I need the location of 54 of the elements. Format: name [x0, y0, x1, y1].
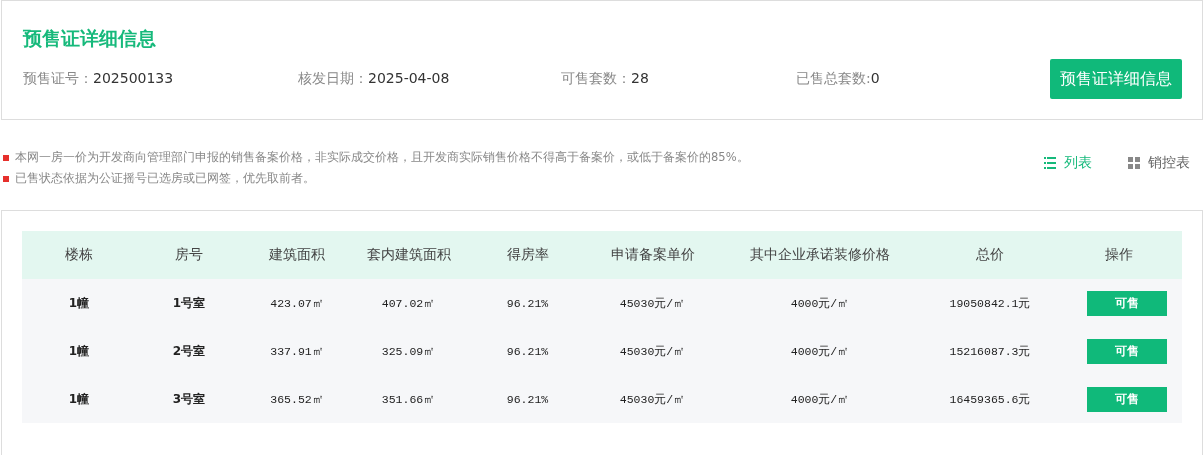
field-value: 28	[631, 70, 649, 86]
table-cell-text: 96.21%	[505, 344, 550, 358]
table-cell-text: 423.07㎡	[269, 295, 325, 311]
view-toggle[interactable]: 列表	[1044, 154, 1092, 172]
table-cell-text: 45030元/㎡	[618, 295, 687, 311]
table-cell-text: 19050842.1元	[948, 295, 1032, 311]
field-label: 可售套数：	[561, 70, 631, 86]
table-cell-text: 15216087.3元	[948, 343, 1032, 359]
table-cell-text: 325.09㎡	[380, 343, 437, 359]
table-cell-text: 4000元/㎡	[789, 343, 851, 359]
view-toggle[interactable]: 销控表	[1128, 154, 1190, 172]
page-title: 预售证详细信息	[23, 26, 157, 51]
table-cell-text: 365.52㎡	[269, 391, 325, 407]
table-cell-text: 3号室	[171, 390, 207, 408]
column-header: 建筑面积	[268, 246, 326, 264]
column-header: 套内建筑面积	[365, 246, 452, 264]
column-header: 楼栋	[64, 246, 94, 264]
status-button[interactable]: 可售	[1086, 338, 1167, 364]
field-label: 预售证号：	[23, 70, 93, 86]
table-cell-text: 1幢	[67, 390, 91, 408]
table-cell-text: 45030元/㎡	[618, 343, 687, 359]
column-header: 总价	[975, 246, 1005, 264]
table-cell-text: 337.91㎡	[269, 343, 325, 359]
field-label: 核发日期：	[298, 70, 368, 86]
bullet-icon	[3, 154, 9, 161]
table-cell-text: 351.66㎡	[380, 391, 437, 407]
table-cell-text: 1幢	[67, 294, 91, 312]
column-header: 申请备案单价	[609, 246, 696, 264]
status-button[interactable]: 可售	[1086, 290, 1167, 316]
table-cell-text: 1幢	[67, 342, 91, 360]
table-cell-text: 45030元/㎡	[618, 391, 687, 407]
table-cell-text: 2号室	[171, 342, 207, 360]
note-text: 已售状态依据为公证摇号已选房或已网签，优先取前者。	[15, 170, 315, 187]
list-icon	[1044, 157, 1056, 169]
table-cell-text: 4000元/㎡	[789, 295, 851, 311]
column-header: 房号	[174, 246, 204, 264]
table-cell-text: 96.21%	[505, 296, 550, 310]
field-value: 202500133	[93, 70, 174, 86]
table-cell-text: 407.02㎡	[380, 295, 437, 311]
field-label: 已售总套数:	[796, 70, 871, 86]
field-value: 0	[870, 70, 880, 86]
detail-button[interactable]: 预售证详细信息	[1050, 59, 1182, 99]
table-cell-text: 16459365.6元	[948, 391, 1032, 407]
field-value: 2025-04-08	[368, 70, 450, 86]
table-cell-text: 4000元/㎡	[789, 391, 851, 407]
column-header: 其中企业承诺装修价格	[749, 246, 891, 264]
column-header: 操作	[1103, 246, 1134, 264]
bullet-icon	[3, 175, 9, 182]
column-header: 得房率	[505, 246, 550, 264]
table-cell-text: 96.21%	[505, 392, 550, 406]
grid-icon	[1128, 157, 1140, 169]
status-button[interactable]: 可售	[1086, 386, 1167, 412]
note-text: 本网一房一价为开发商向管理部门申报的销售备案价格，非实际成交价格，且开发商实际销售价格不得高于备案价，或低于备案价的85%。	[15, 149, 749, 166]
table-cell-text: 1号室	[171, 294, 207, 312]
